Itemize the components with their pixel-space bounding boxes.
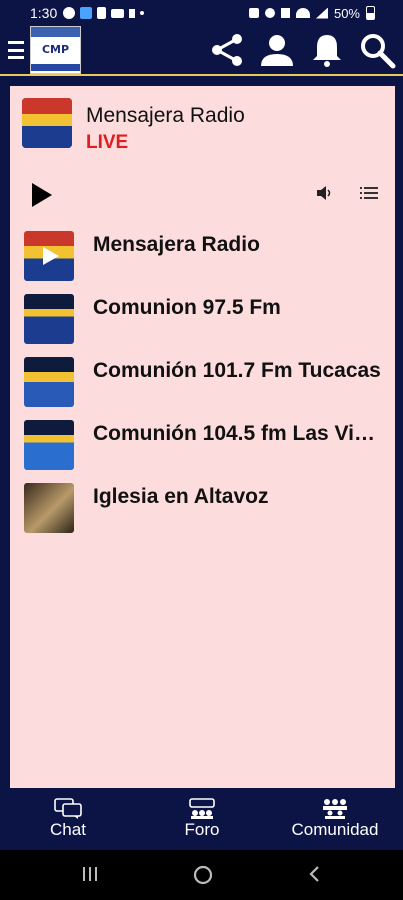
station-artwork [24,294,74,344]
station-item[interactable]: Comunión 101.7 Fm Tucacas [24,357,384,409]
status-time: 1:30 [30,5,58,21]
status-bar: 1:30 50% [0,0,403,26]
playlist-icon[interactable] [360,185,378,201]
station-item[interactable]: Iglesia en Altavoz [24,483,384,535]
account-icon[interactable] [257,30,297,70]
mute-icon [280,8,290,18]
dot-icon [140,11,145,15]
bottom-nav: Chat Foro Comunidad [0,790,403,850]
station-item[interactable]: Mensajera Radio [24,231,384,283]
home-icon[interactable] [192,864,214,886]
now-playing-artwork [22,98,72,148]
nav-chat-label: Chat [50,820,86,839]
forum-icon [189,798,215,819]
logo-text: CMP [41,43,70,56]
station-artwork [24,483,74,533]
station-item[interactable]: Comunion 97.5 Fm [24,294,384,346]
volume-icon[interactable] [316,184,334,202]
system-navigation-bar [0,850,403,900]
app-logo: CMP [30,26,81,74]
netflix-icon [129,8,136,18]
station-artwork [24,231,74,281]
app-bar: CMP [0,26,403,76]
station-name: Comunión 104.5 fm Las Virtudes [93,422,383,445]
menu-icon[interactable] [8,41,24,59]
station-name: Comunion 97.5 Fm [93,296,281,319]
player-panel: Mensajera Radio LIVE Mensajera Radio Com… [10,86,395,788]
notification-icons [63,7,145,19]
nav-foro-label: Foro [184,820,220,839]
chat-icon [54,798,82,819]
app-notification-icon [80,7,93,19]
recents-icon[interactable] [80,864,100,884]
live-label: LIVE [86,132,129,153]
wifi-icon [295,8,310,18]
clock-icon [264,8,275,18]
station-item[interactable]: Comunión 104.5 fm Las Virtudes [24,420,384,472]
signal-icon [315,7,328,19]
bell-icon[interactable] [307,30,347,70]
youtube-icon [111,8,125,18]
station-artwork [24,357,74,407]
station-name: Mensajera Radio [93,233,260,256]
now-playing-title: Mensajera Radio [86,104,245,127]
station-artwork [24,420,74,470]
community-icon [323,799,347,819]
nav-foro[interactable]: Foro [174,798,230,840]
battery-icon [366,6,375,20]
station-name: Comunión 101.7 Fm Tucacas [93,359,381,382]
search-icon[interactable] [357,30,397,70]
play-overlay-icon [43,247,59,265]
alarm-icon [248,8,259,18]
battery-percent: 50% [333,5,360,21]
tiktok-icon [97,7,107,19]
nav-comunidad[interactable]: Comunidad [282,798,388,840]
nav-comunidad-label: Comunidad [291,820,379,839]
system-icons: 50% [248,5,375,21]
play-button[interactable] [30,182,54,208]
back-icon[interactable] [305,864,325,884]
share-icon[interactable] [207,30,247,70]
station-name: Iglesia en Altavoz [93,485,269,508]
whatsapp-icon [63,7,76,19]
nav-chat[interactable]: Chat [40,798,96,840]
